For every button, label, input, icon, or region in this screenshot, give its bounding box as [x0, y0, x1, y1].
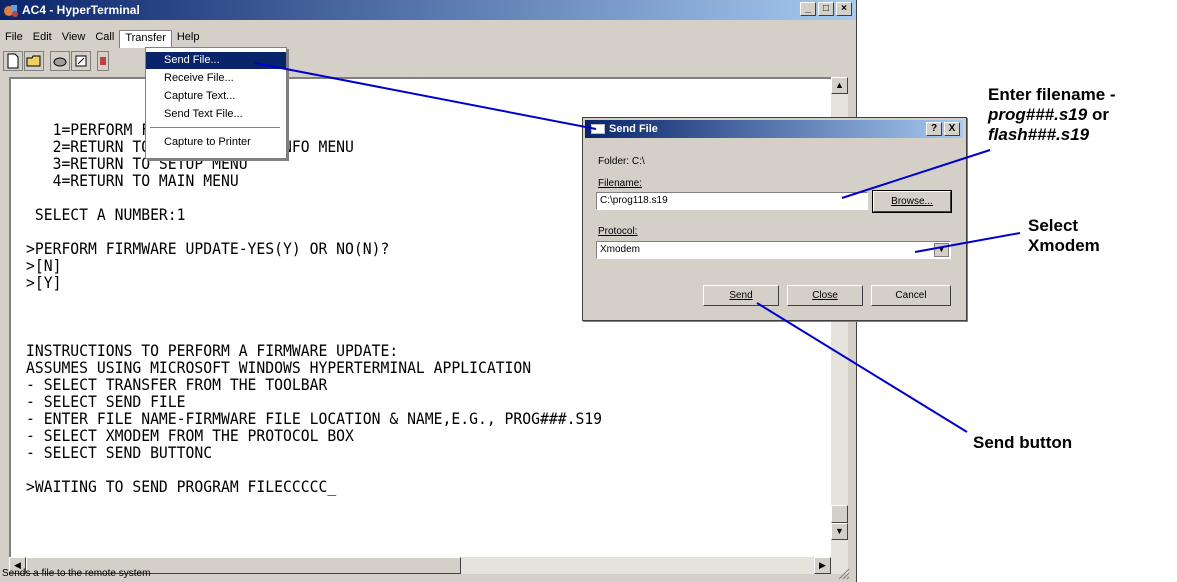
menu-transfer[interactable]: Transfer [119, 30, 172, 48]
help-button[interactable]: ? [926, 122, 942, 136]
dialog-title-bar: Send File ? X [585, 120, 963, 138]
cancel-button[interactable]: Cancel [871, 285, 951, 306]
dialog-title: Send File [609, 123, 658, 135]
terminal-line: SELECT A NUMBER:1 [26, 205, 186, 224]
terminal-line: - SELECT SEND FILE [26, 392, 186, 411]
transfer-menu-dropdown: Send File... Receive File... Capture Tex… [145, 47, 287, 159]
menu-item-send-file[interactable]: Send File... [146, 52, 286, 69]
terminal-line: >[N] [26, 256, 62, 275]
vertical-scroll-thumb[interactable] [831, 505, 848, 523]
send-icon[interactable] [97, 51, 109, 71]
send-file-dialog: Send File ? X Folder: C:\ Filename: C:\p… [582, 117, 967, 321]
menu-item-receive-file[interactable]: Receive File... [146, 70, 286, 87]
window-title: AC4 - HyperTerminal [22, 3, 140, 17]
dialog-close-button[interactable]: X [944, 122, 960, 136]
menu-view[interactable]: View [57, 30, 91, 48]
menu-help[interactable]: Help [172, 30, 205, 48]
terminal-line: ASSUMES USING MICROSOFT WINDOWS HYPERTER… [26, 358, 532, 377]
annotation-protocol: Select Xmodem [1028, 216, 1100, 256]
new-connection-icon[interactable] [3, 51, 23, 71]
annotation-filename: Enter filename - prog###.s19 or flash###… [988, 85, 1116, 145]
filename-label: Filename: [598, 178, 642, 189]
terminal-line: - SELECT TRANSFER FROM THE TOOLBAR [26, 375, 328, 394]
annotation-filename-line1: Enter filename - [988, 85, 1116, 104]
annotation-protocol-line2: Xmodem [1028, 236, 1100, 255]
disconnect-icon[interactable] [71, 51, 91, 71]
scroll-down-button[interactable]: ▼ [831, 523, 848, 540]
browse-button[interactable]: Browse... [872, 190, 952, 213]
dial-icon[interactable] [50, 51, 70, 71]
status-bar: Sends a file to the remote system [0, 566, 856, 582]
filename-input[interactable]: C:\prog118.s19 [596, 192, 868, 210]
toolbar [0, 50, 856, 72]
resize-grip-icon[interactable] [838, 568, 850, 580]
menu-item-capture-text[interactable]: Capture Text... [146, 88, 286, 105]
send-button[interactable]: Send [703, 285, 779, 306]
menu-call[interactable]: Call [90, 30, 119, 48]
minimize-button[interactable]: _ [800, 2, 816, 16]
protocol-value: Xmodem [600, 244, 641, 255]
protocol-select[interactable]: Xmodem ▼ [596, 241, 951, 259]
protocol-label: Protocol: [598, 226, 638, 237]
menu-file[interactable]: File [0, 30, 28, 48]
terminal-line: - ENTER FILE NAME-FIRMWARE FILE LOCATION… [26, 409, 603, 428]
annotation-protocol-line1: Select [1028, 216, 1079, 235]
send-file-icon [591, 124, 605, 134]
folder-label: Folder: C:\ [598, 156, 645, 167]
status-text: Sends a file to the remote system [2, 568, 151, 579]
menu-bar: File Edit View Call Transfer Help [0, 30, 204, 48]
menu-edit[interactable]: Edit [28, 30, 57, 48]
annotation-filename-or: or [1087, 105, 1109, 124]
title-bar: AC4 - HyperTerminal _ □ × [0, 0, 856, 20]
menu-separator [150, 127, 280, 128]
terminal-line: >PERFORM FIRMWARE UPDATE-YES(Y) OR NO(N)… [26, 239, 390, 258]
annotation-filename-flash: flash###.s19 [988, 125, 1090, 144]
close-button[interactable]: Close [787, 285, 863, 306]
scroll-up-button[interactable]: ▲ [831, 77, 848, 94]
open-folder-icon[interactable] [24, 51, 44, 71]
annotation-filename-prog: prog###.s19 [988, 105, 1088, 124]
close-window-button[interactable]: × [836, 2, 852, 16]
maximize-button[interactable]: □ [818, 2, 834, 16]
terminal-line: - SELECT SEND BUTTONC [26, 443, 213, 462]
terminal-line: >[Y] [26, 273, 62, 292]
menu-item-send-text-file[interactable]: Send Text File... [146, 106, 286, 123]
terminal-line: >WAITING TO SEND PROGRAM FILECCCCC_ [26, 477, 337, 496]
annotation-send: Send button [973, 433, 1073, 452]
terminal-line: - SELECT XMODEM FROM THE PROTOCOL BOX [26, 426, 354, 445]
chevron-down-icon[interactable]: ▼ [934, 243, 949, 257]
terminal-line: INSTRUCTIONS TO PERFORM A FIRMWARE UPDAT… [26, 341, 399, 360]
terminal-line: 4=RETURN TO MAIN MENU [26, 171, 239, 190]
menu-item-capture-to-printer[interactable]: Capture to Printer [146, 134, 286, 151]
hyperterminal-icon [4, 5, 18, 17]
